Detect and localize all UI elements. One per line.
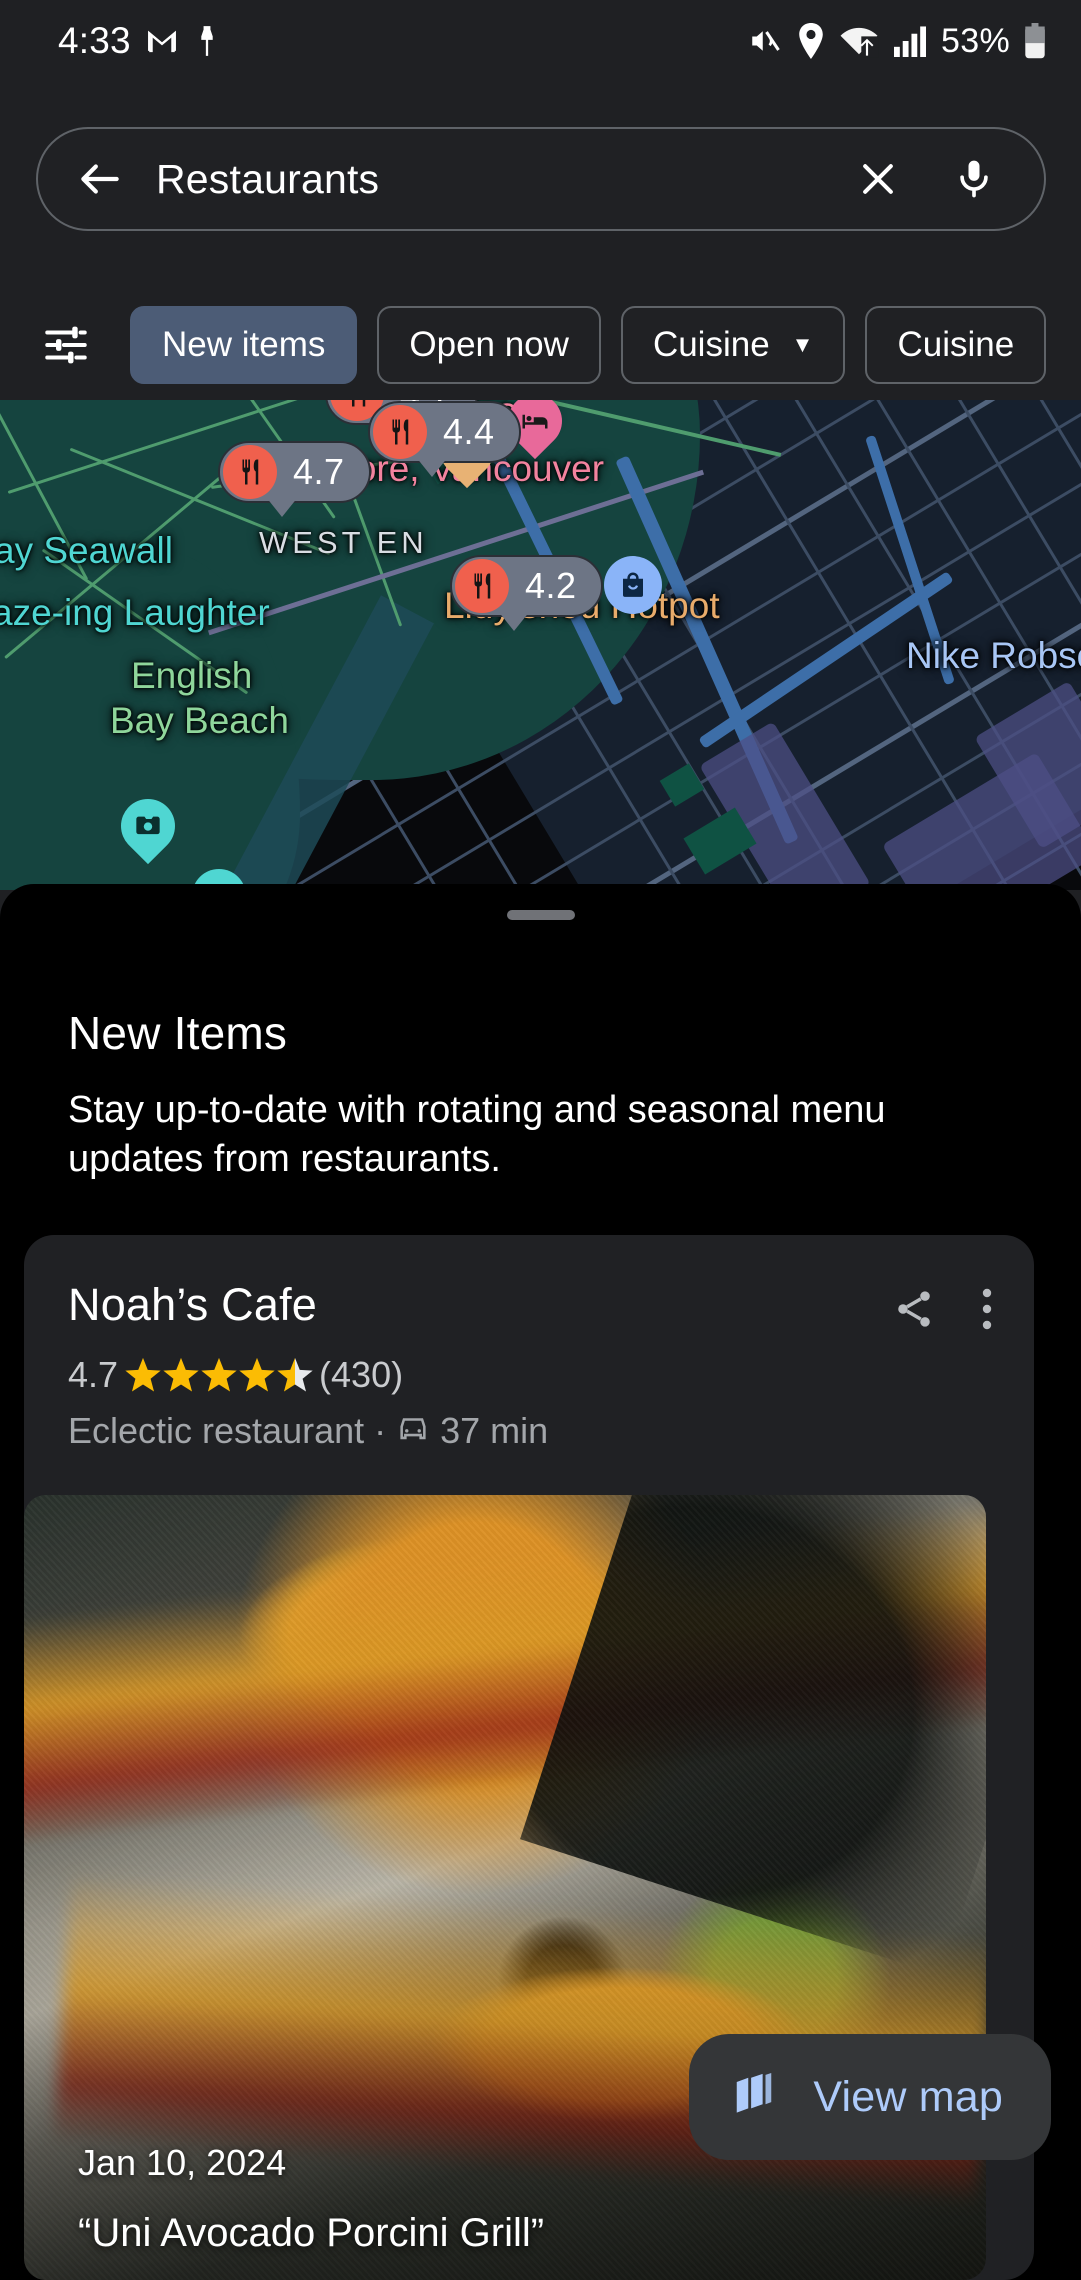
photo-caption: “Uni Avocado Porcini Grill”: [78, 2211, 545, 2255]
chip-new-items[interactable]: New items: [130, 306, 358, 384]
status-bar-right: 53%: [747, 22, 1047, 61]
pill-tail: [416, 457, 448, 477]
map-rating-value: 4.2: [525, 565, 577, 606]
share-icon[interactable]: [892, 1287, 936, 1336]
restaurant-icon: [373, 405, 427, 459]
place-card-actions: [892, 1279, 994, 1338]
status-time: 4:33: [58, 20, 131, 61]
more-vertical-icon[interactable]: [980, 1285, 994, 1338]
chevron-down-icon: ▼: [791, 332, 814, 357]
wifi-icon: [839, 24, 879, 58]
map-rating-pin[interactable]: 4.7: [218, 441, 371, 517]
map-label-amazing-laughter: aze-ing Laughter: [0, 592, 270, 633]
meta-separator: ·: [374, 1410, 387, 1451]
map-rating-pin[interactable]: 4.2: [450, 555, 603, 631]
map-icon: [731, 2072, 777, 2123]
chip-label: Cuisine: [652, 325, 770, 364]
view-map-label: View map: [813, 2072, 1003, 2121]
google-maps-app: 4:33 53% Restaurants New items Open now …: [0, 0, 1081, 2280]
shopping-bag-pin[interactable]: [604, 556, 662, 614]
sheet-drag-handle[interactable]: [506, 910, 575, 920]
chip-label: Open now: [409, 325, 569, 364]
status-bar-left: 4:33: [58, 20, 221, 62]
map-rating-value: 4.4: [443, 411, 495, 452]
chip-cuisine-dropdown[interactable]: Cuisine ▼: [620, 306, 846, 384]
filter-chip-row[interactable]: New items Open now Cuisine ▼ Cuisine: [0, 296, 1081, 394]
place-photo[interactable]: Jan 10, 2024 “Uni Avocado Porcini Grill”: [24, 1495, 986, 2280]
map-label-english: English: [131, 655, 253, 696]
sheet-title: New Items: [68, 1007, 288, 1059]
pin-icon: [193, 25, 221, 57]
search-bar[interactable]: Restaurants: [36, 127, 1046, 231]
map-canvas[interactable]: The Westin Bayshore, Vancouver ay Seawal…: [0, 400, 1081, 890]
restaurant-icon: [455, 559, 509, 613]
battery-icon: [1023, 23, 1047, 59]
map-rating-pin[interactable]: 4.4: [368, 401, 521, 477]
map-label-nike-robson: Nike Robso: [906, 635, 1081, 676]
drive-time: 37 min: [440, 1410, 549, 1451]
star-rating: [124, 1355, 314, 1395]
chip-label: Cuisine: [897, 325, 1015, 364]
back-arrow-icon[interactable]: [72, 151, 128, 207]
photo-date: Jan 10, 2024: [78, 2142, 287, 2183]
chip-label: New items: [162, 325, 326, 364]
mute-icon: [747, 23, 783, 59]
map-label-west-end: WEST EN: [259, 525, 428, 560]
car-icon: [396, 1410, 430, 1452]
gmail-icon: [145, 24, 179, 58]
rating-row: 4.7 (430): [68, 1354, 1034, 1396]
rating-value: 4.7: [68, 1354, 119, 1395]
restaurant-icon: [223, 445, 277, 499]
sheet-description: Stay up-to-date with rotating and season…: [68, 1089, 886, 1180]
map-rating-value: 4.7: [293, 451, 345, 492]
place-category: Eclectic restaurant: [68, 1410, 365, 1451]
pill-tail: [266, 497, 298, 517]
pill-tail: [498, 611, 530, 631]
place-name: Noah’s Cafe: [68, 1279, 318, 1330]
tune-icon[interactable]: [38, 317, 94, 373]
close-icon[interactable]: [848, 149, 908, 209]
status-bar: 4:33 53%: [0, 0, 1081, 82]
map-label-bay-beach: Bay Beach: [110, 700, 289, 741]
microphone-icon[interactable]: [944, 149, 1004, 209]
search-input[interactable]: Restaurants: [156, 156, 848, 203]
location-icon: [796, 23, 826, 59]
map-label-seawall: ay Seawall: [0, 530, 173, 571]
chip-open-now[interactable]: Open now: [377, 306, 601, 384]
battery-percent: 53%: [941, 21, 1010, 60]
chip-cuisine-secondary[interactable]: Cuisine: [865, 306, 1047, 384]
signal-icon: [892, 25, 928, 57]
view-map-button[interactable]: View map: [689, 2034, 1051, 2160]
review-count: (430): [319, 1354, 404, 1395]
place-card-header: Noah’s Cafe: [24, 1235, 1034, 1338]
place-meta: Eclectic restaurant · 37 min: [68, 1410, 1034, 1452]
